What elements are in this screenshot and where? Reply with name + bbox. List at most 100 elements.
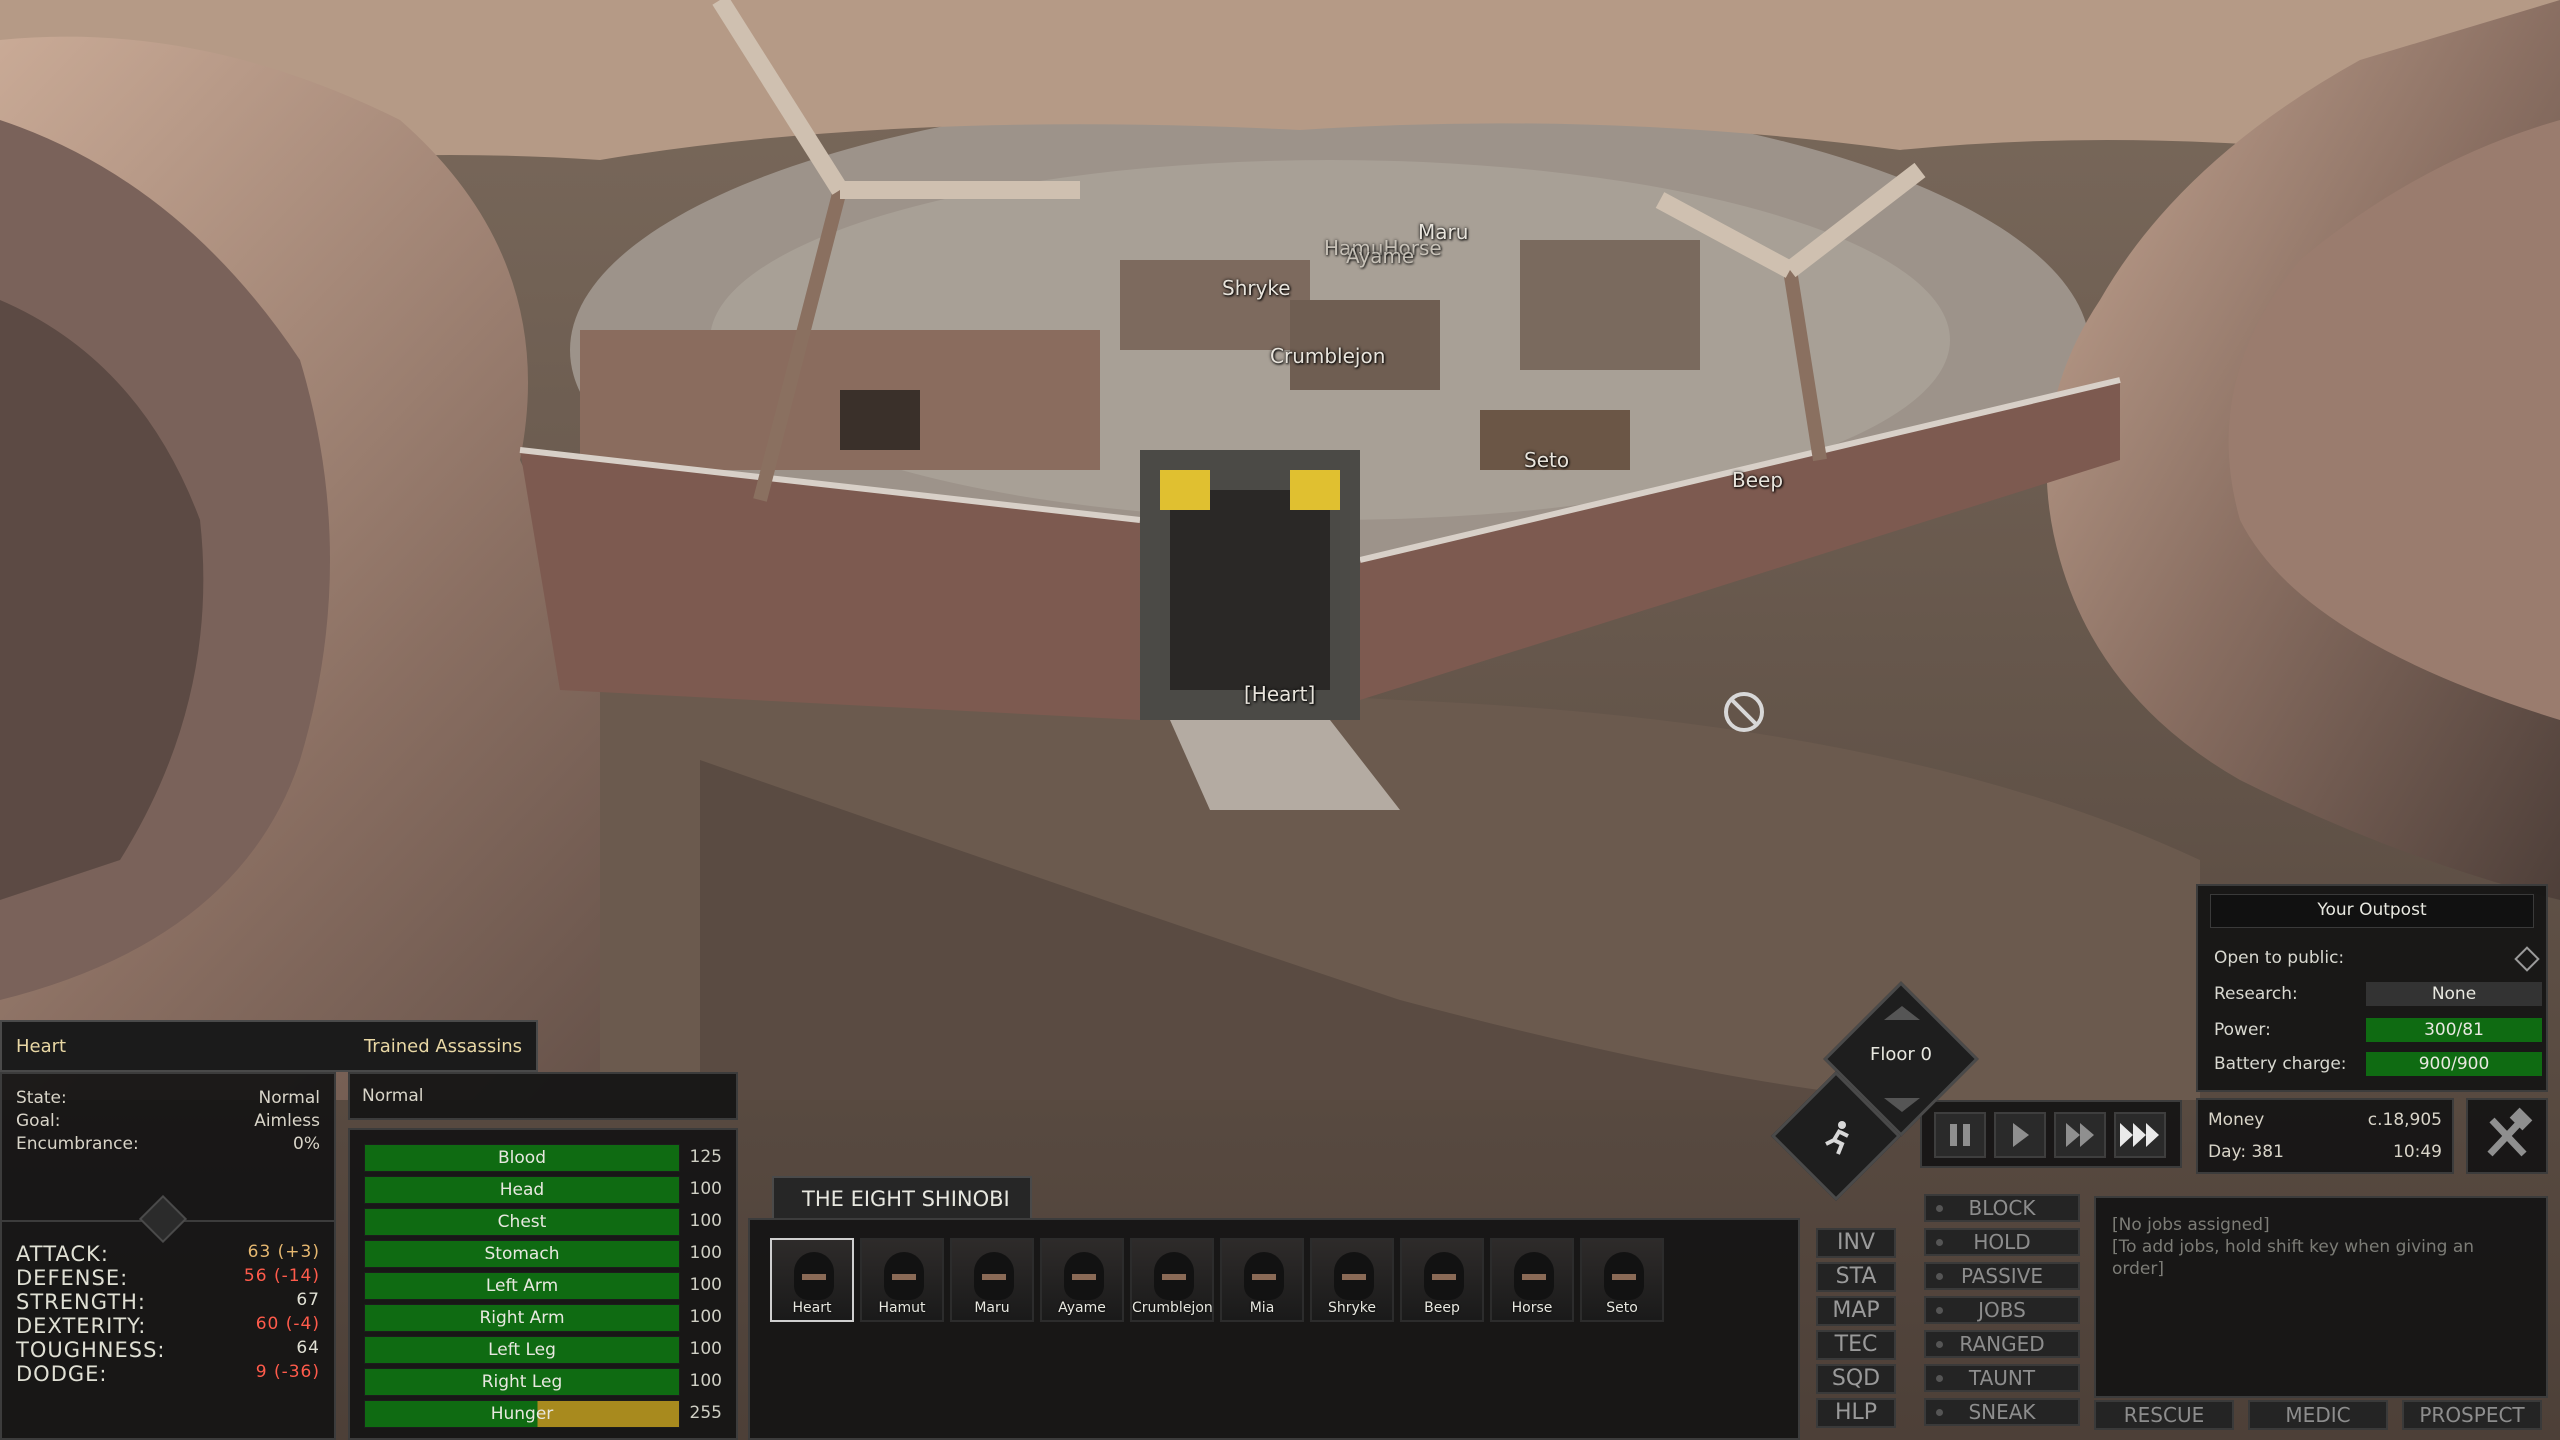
goal-value: Aimless <box>254 1111 320 1131</box>
order-button-taunt[interactable]: TAUNT <box>1924 1364 2080 1392</box>
portrait-eyes <box>1162 1274 1186 1280</box>
order-button-label: TAUNT <box>1968 1366 2036 1390</box>
order-button-label: JOBS <box>1978 1298 2026 1322</box>
squad-member-name: Mia <box>1249 1300 1275 1316</box>
portrait-eyes <box>802 1274 826 1280</box>
fast-forward-button[interactable] <box>2054 1112 2106 1158</box>
order-button-sneak[interactable]: SNEAK <box>1924 1398 2080 1426</box>
play-button[interactable] <box>1994 1112 2046 1158</box>
order-button-jobs[interactable]: JOBS <box>1924 1296 2080 1324</box>
squad-member-portrait[interactable]: Mia <box>1220 1238 1304 1322</box>
floor-up-icon[interactable] <box>1884 1006 1920 1020</box>
world-label-shryke[interactable]: Shryke <box>1222 276 1291 300</box>
money-panel: Money c.18,905 Day: 381 10:49 <box>2196 1098 2454 1174</box>
world-label-seto[interactable]: Seto <box>1524 448 1569 472</box>
outpost-title: Your Outpost <box>2210 894 2534 928</box>
time-controls <box>1920 1100 2182 1168</box>
order-button-ranged[interactable]: RANGED <box>1924 1330 2080 1358</box>
health-value: 100 <box>689 1275 722 1295</box>
portrait-eyes <box>1252 1274 1276 1280</box>
health-bar-label: Blood <box>498 1148 546 1168</box>
chevron-up-icon[interactable] <box>138 1194 188 1244</box>
menu-button-sta[interactable]: STA <box>1816 1262 1896 1292</box>
health-bar-label: Hunger <box>490 1404 554 1424</box>
power-label: Power: <box>2214 1020 2271 1040</box>
encumbrance-row: Encumbrance: 0% <box>16 1134 320 1154</box>
squad-member-name: Beep <box>1424 1300 1460 1316</box>
squad-member-portrait[interactable]: Beep <box>1400 1238 1484 1322</box>
health-bar-label: Chest <box>497 1212 547 1232</box>
squad-member-portrait[interactable]: Seto <box>1580 1238 1664 1322</box>
rescue-button[interactable]: RESCUE <box>2094 1400 2234 1430</box>
health-bar-right-leg: Right Leg <box>364 1368 680 1396</box>
fastest-forward-button[interactable] <box>2114 1112 2166 1158</box>
menu-button-tec[interactable]: TEC <box>1816 1330 1896 1360</box>
day-label: Day: 381 <box>2208 1142 2284 1162</box>
squad-member-portrait[interactable]: Maru <box>950 1238 1034 1322</box>
world-label-ayame[interactable]: Ayame <box>1346 244 1414 268</box>
toggle-dot-icon <box>1936 1205 1943 1212</box>
world-label-heart[interactable]: [Heart] <box>1244 682 1315 706</box>
status-box: Normal <box>348 1072 738 1120</box>
menu-button-inv[interactable]: INV <box>1816 1228 1896 1258</box>
character-faction: Trained Assassins <box>363 1036 522 1057</box>
health-bar-label: Right Arm <box>479 1308 565 1328</box>
health-value: 100 <box>689 1307 722 1327</box>
menu-button-hlp[interactable]: HLP <box>1816 1398 1896 1428</box>
hammer-icon <box>2487 1107 2533 1157</box>
health-value: 125 <box>689 1147 722 1167</box>
medic-button[interactable]: MEDIC <box>2248 1400 2388 1430</box>
squad-member-name: Hamut <box>878 1300 926 1316</box>
squad-member-name: Maru <box>974 1300 1010 1316</box>
order-button-label: BLOCK <box>1968 1196 2036 1220</box>
fastest-forward-icon <box>2120 1123 2159 1147</box>
order-button-label: SNEAK <box>1968 1400 2036 1424</box>
research-value[interactable]: None <box>2366 982 2542 1006</box>
squad-member-portrait[interactable]: Ayame <box>1040 1238 1124 1322</box>
floor-down-icon[interactable] <box>1884 1098 1920 1112</box>
squad-member-portrait[interactable]: Heart <box>770 1238 854 1322</box>
character-name[interactable]: Heart <box>16 1036 66 1057</box>
goal-row: Goal: Aimless <box>16 1111 320 1131</box>
health-bar-label: Right Leg <box>481 1372 563 1392</box>
world-label-crumblejon[interactable]: Crumblejon <box>1270 344 1385 368</box>
open-to-public-toggle[interactable] <box>2514 946 2540 972</box>
world-label-beep[interactable]: Beep <box>1732 468 1783 492</box>
health-bar-right-arm: Right Arm <box>364 1304 680 1332</box>
jobs-line-1: [No jobs assigned] <box>2112 1215 2270 1235</box>
open-to-public-label: Open to public: <box>2214 948 2345 968</box>
squad-member-portrait[interactable]: Horse <box>1490 1238 1574 1322</box>
jobs-panel: [No jobs assigned] [To add jobs, hold sh… <box>2094 1196 2548 1398</box>
health-bar-label: Head <box>499 1180 545 1200</box>
squad-member-name: Heart <box>792 1300 832 1316</box>
squad-member-portrait[interactable]: Shryke <box>1310 1238 1394 1322</box>
money-value: c.18,905 <box>2367 1110 2442 1130</box>
battery-label: Battery charge: <box>2214 1054 2347 1074</box>
order-button-hold[interactable]: HOLD <box>1924 1228 2080 1256</box>
menu-button-map[interactable]: MAP <box>1816 1296 1896 1326</box>
health-bar-chest: Chest <box>364 1208 680 1236</box>
order-button-passive[interactable]: PASSIVE <box>1924 1262 2080 1290</box>
squad-member-name: Seto <box>1606 1300 1638 1316</box>
outpost-panel: Your Outpost Open to public: Research: N… <box>2196 884 2548 1092</box>
squad-name-tab[interactable]: THE EIGHT SHINOBI <box>772 1176 1032 1220</box>
squad-member-portrait[interactable]: Crumblejon <box>1130 1238 1214 1322</box>
squad-member-name: Horse <box>1511 1300 1553 1316</box>
attr-dexterity: DEXTERITY: 60 (-4) <box>16 1314 320 1338</box>
health-bar-label: Stomach <box>484 1244 560 1264</box>
state-value: Normal <box>258 1088 320 1108</box>
order-button-label: HOLD <box>1973 1230 2031 1254</box>
jobs-line-2: [To add jobs, hold shift key when giving… <box>2112 1237 2475 1257</box>
health-bar-head: Head <box>364 1176 680 1204</box>
order-button-block[interactable]: BLOCK <box>1924 1194 2080 1222</box>
squad-member-portrait[interactable]: Hamut <box>860 1238 944 1322</box>
menu-button-sqd[interactable]: SQD <box>1816 1364 1896 1394</box>
attr-attack: ATTACK: 63 (+3) <box>16 1242 320 1266</box>
health-bar-left-leg: Left Leg <box>364 1336 680 1364</box>
build-hammer-button[interactable] <box>2466 1098 2548 1174</box>
pause-button[interactable] <box>1934 1112 1986 1158</box>
prospect-button[interactable]: PROSPECT <box>2402 1400 2542 1430</box>
attr-defense: DEFENSE: 56 (-14) <box>16 1266 320 1290</box>
fast-forward-icon <box>2066 1123 2094 1147</box>
portrait-eyes <box>892 1274 916 1280</box>
